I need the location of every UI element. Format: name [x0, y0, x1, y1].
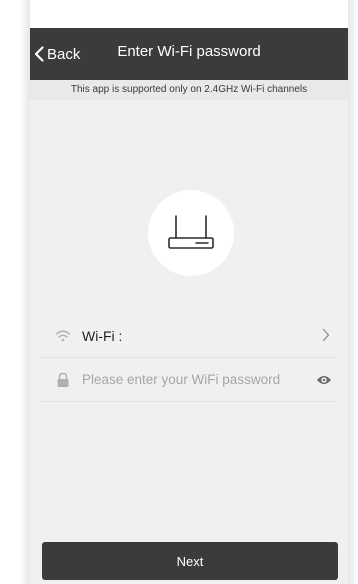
router-icon [168, 215, 214, 249]
eye-icon[interactable] [316, 373, 332, 391]
wifi-icon [54, 327, 72, 345]
lock-icon [54, 371, 72, 389]
back-label: Back [47, 45, 81, 63]
next-button[interactable]: Next [42, 542, 338, 580]
left-shadow [0, 0, 30, 584]
app-frame: Back Enter Wi-Fi password This app is su… [0, 0, 358, 584]
wifi-select-row[interactable]: Wi-Fi : [40, 314, 338, 358]
chevron-right-icon[interactable] [322, 328, 330, 347]
right-shadow [348, 0, 358, 584]
channel-notice: This app is supported only on 2.4GHz Wi-… [30, 80, 348, 100]
password-input[interactable] [82, 372, 302, 387]
wifi-label: Wi-Fi : [82, 327, 123, 344]
password-row [40, 358, 338, 402]
page-title: Enter Wi-Fi password [117, 43, 261, 60]
nav-bar: Back Enter Wi-Fi password [30, 28, 348, 80]
chevron-left-icon [34, 46, 44, 62]
router-icon-circle [148, 190, 234, 276]
back-button[interactable]: Back [34, 42, 80, 66]
wifi-password-screen: Back Enter Wi-Fi password This app is su… [30, 28, 348, 584]
